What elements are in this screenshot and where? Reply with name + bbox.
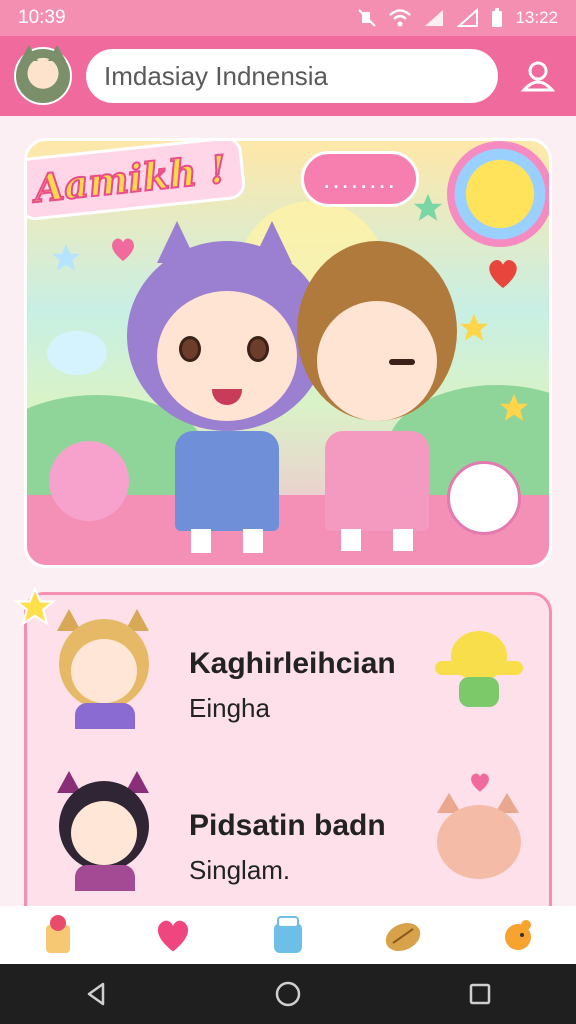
sun-flower-sticker xyxy=(447,141,549,247)
snack-icon xyxy=(45,915,70,953)
signal-2-icon xyxy=(457,8,479,27)
list-item[interactable]: Kaghirleihcian Eingha xyxy=(27,597,549,757)
item-title: Kaghirleihcian xyxy=(189,647,396,680)
heart-icon xyxy=(489,259,517,288)
item-subtitle: Singlam. xyxy=(189,855,291,885)
pink-cat-sticker xyxy=(429,773,529,879)
milk-icon xyxy=(273,916,302,953)
pink-cat-sticker xyxy=(49,441,129,521)
person-icon xyxy=(520,61,556,92)
heart-icon xyxy=(471,773,489,792)
bottom-nav xyxy=(0,906,576,964)
nav-bird[interactable] xyxy=(490,910,546,960)
nav-ball[interactable] xyxy=(375,910,431,960)
status-clock: 13:22 xyxy=(515,8,558,27)
star-icon xyxy=(413,193,443,221)
app-bar xyxy=(0,36,576,116)
blonde-girl-avatar xyxy=(49,605,159,729)
star-icon xyxy=(499,393,529,421)
list-card: Kaghirleihcian Eingha Pidsatin badn Sing… xyxy=(13,585,552,906)
bird-icon xyxy=(505,920,532,950)
hero-banner[interactable]: ........ Aamikh ! xyxy=(24,138,552,568)
mute-icon xyxy=(358,9,377,27)
home-icon xyxy=(275,981,301,1007)
heart-icon xyxy=(112,238,134,261)
brown-hair-character xyxy=(297,241,467,551)
status-bar: 10:39 13:22 xyxy=(0,0,576,36)
item-title: Pidsatin badn xyxy=(189,809,386,842)
back-button[interactable] xyxy=(66,969,126,1019)
wifi-icon xyxy=(389,9,412,27)
list-item[interactable]: Pidsatin badn Singlam. xyxy=(27,759,549,906)
star-icon xyxy=(51,243,81,271)
nav-milk[interactable] xyxy=(260,910,316,960)
speech-bubble: ........ xyxy=(301,151,419,207)
status-time: 10:39 xyxy=(18,7,66,28)
nav-heart[interactable] xyxy=(145,910,201,960)
ghost-sticker xyxy=(47,331,107,375)
recents-icon xyxy=(469,983,491,1005)
search-input[interactable] xyxy=(86,49,498,103)
nav-snack[interactable] xyxy=(30,910,86,960)
battery-icon xyxy=(492,8,503,27)
star-icon xyxy=(459,313,489,341)
signal-icon xyxy=(425,10,444,26)
heart-icon xyxy=(157,920,188,952)
status-icons: 13:22 xyxy=(357,8,558,28)
avatar[interactable] xyxy=(14,45,72,105)
content-area: ........ Aamikh ! Kaghirleihcian Eingha … xyxy=(0,116,576,906)
back-icon xyxy=(87,982,105,1006)
system-nav xyxy=(0,964,576,1024)
yellow-cat-sticker xyxy=(429,621,529,721)
profile-button[interactable] xyxy=(518,56,558,96)
ball-icon xyxy=(385,922,421,952)
hero-title: Aamikh ! xyxy=(27,141,247,222)
item-subtitle: Eingha xyxy=(189,693,270,723)
white-cat-sticker xyxy=(447,461,521,535)
dark-hair-girl-avatar xyxy=(49,767,159,891)
recents-button[interactable] xyxy=(450,969,510,1019)
home-button[interactable] xyxy=(258,969,318,1019)
